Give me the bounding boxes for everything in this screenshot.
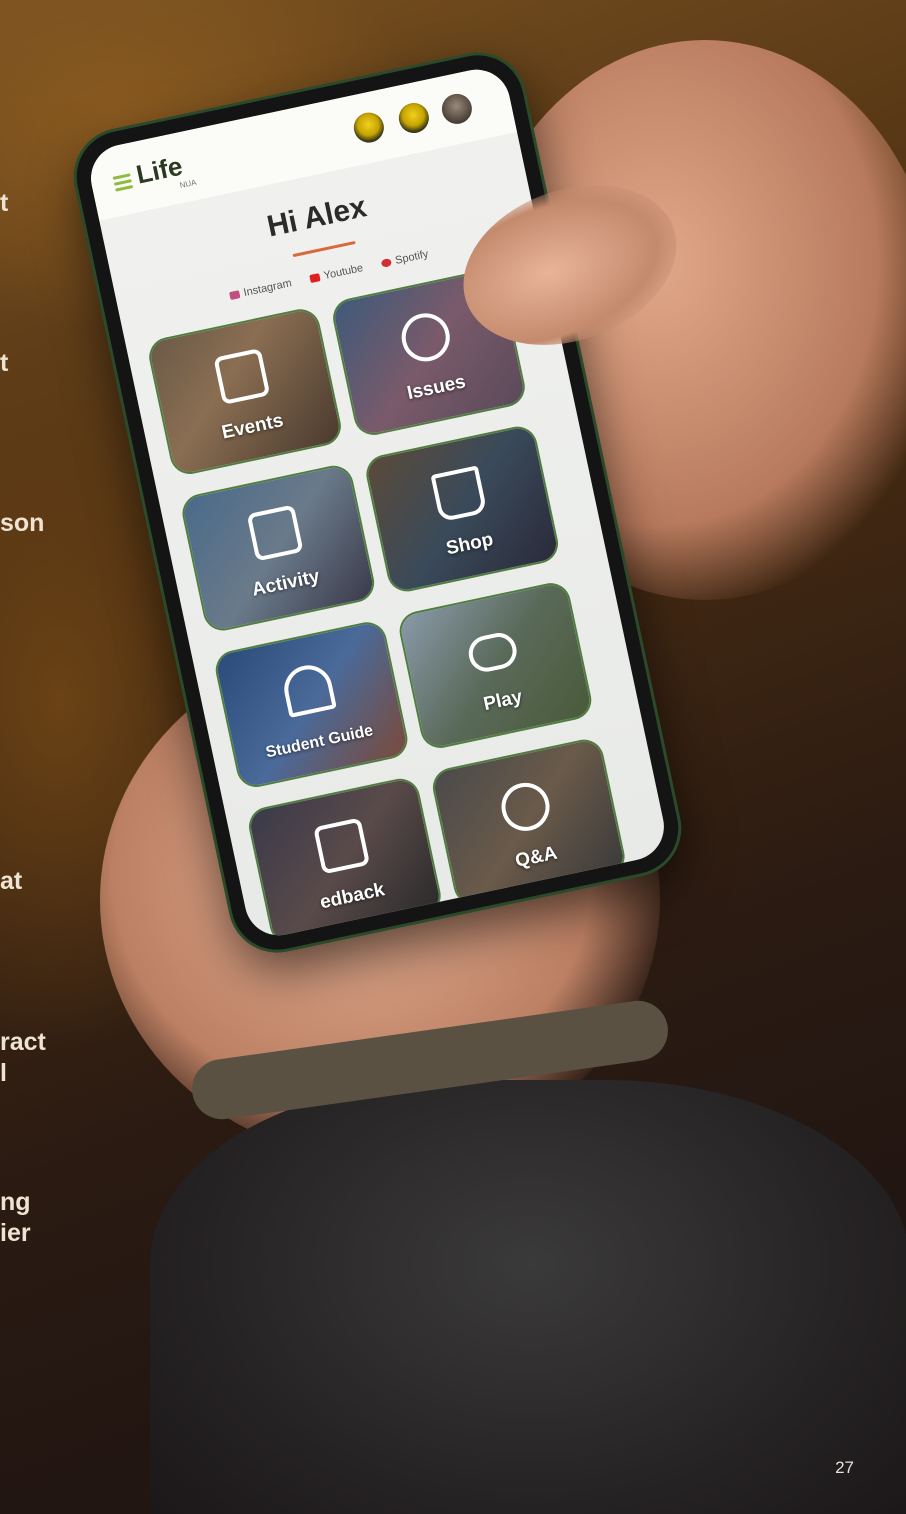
profile-avatar[interactable] xyxy=(439,91,475,127)
left-text-fragment-6: ng ier xyxy=(0,1188,31,1247)
instagram-link[interactable]: Instagram xyxy=(229,277,293,302)
greeting-underline xyxy=(292,241,356,258)
calendar-check-icon xyxy=(213,347,271,405)
youtube-label: Youtube xyxy=(322,262,365,283)
clipboard-list-icon xyxy=(313,817,371,875)
tile-student-guide[interactable]: Student Guide xyxy=(214,620,409,789)
hamburger-menu-icon[interactable] xyxy=(112,173,134,194)
spotify-link[interactable]: Spotify xyxy=(380,248,430,270)
spotify-icon xyxy=(380,257,393,268)
left-text-fragment-1: t xyxy=(0,189,9,217)
badge-icon-2[interactable] xyxy=(396,100,432,136)
tile-shop[interactable]: Shop xyxy=(365,425,560,593)
left-text-fragment-5: ract l xyxy=(0,1028,46,1087)
badge-icon-1[interactable] xyxy=(351,109,387,146)
page-number: 27 xyxy=(835,1458,854,1477)
youtube-icon xyxy=(309,273,321,284)
tile-events[interactable]: Events xyxy=(147,307,343,476)
instagram-label: Instagram xyxy=(242,277,293,300)
id-card-icon xyxy=(246,504,304,562)
sweater-sleeve xyxy=(150,1080,906,1514)
tile-activity[interactable]: Activity xyxy=(181,464,376,632)
left-text-fragment-2: t xyxy=(0,349,9,377)
spotify-label: Spotify xyxy=(394,248,430,267)
youtube-link[interactable]: Youtube xyxy=(309,262,364,285)
instagram-icon xyxy=(229,290,241,301)
app-logo: Life xyxy=(133,150,185,190)
photo-scene: t t son at ract l ng ier Life NUA Hi Ale… xyxy=(0,0,906,1514)
left-text-fragment-3: son xyxy=(0,509,45,537)
left-text-fragment-4: at xyxy=(0,867,23,895)
tile-play[interactable]: Play xyxy=(398,581,593,750)
app-logo-subtitle: NUA xyxy=(178,177,198,191)
